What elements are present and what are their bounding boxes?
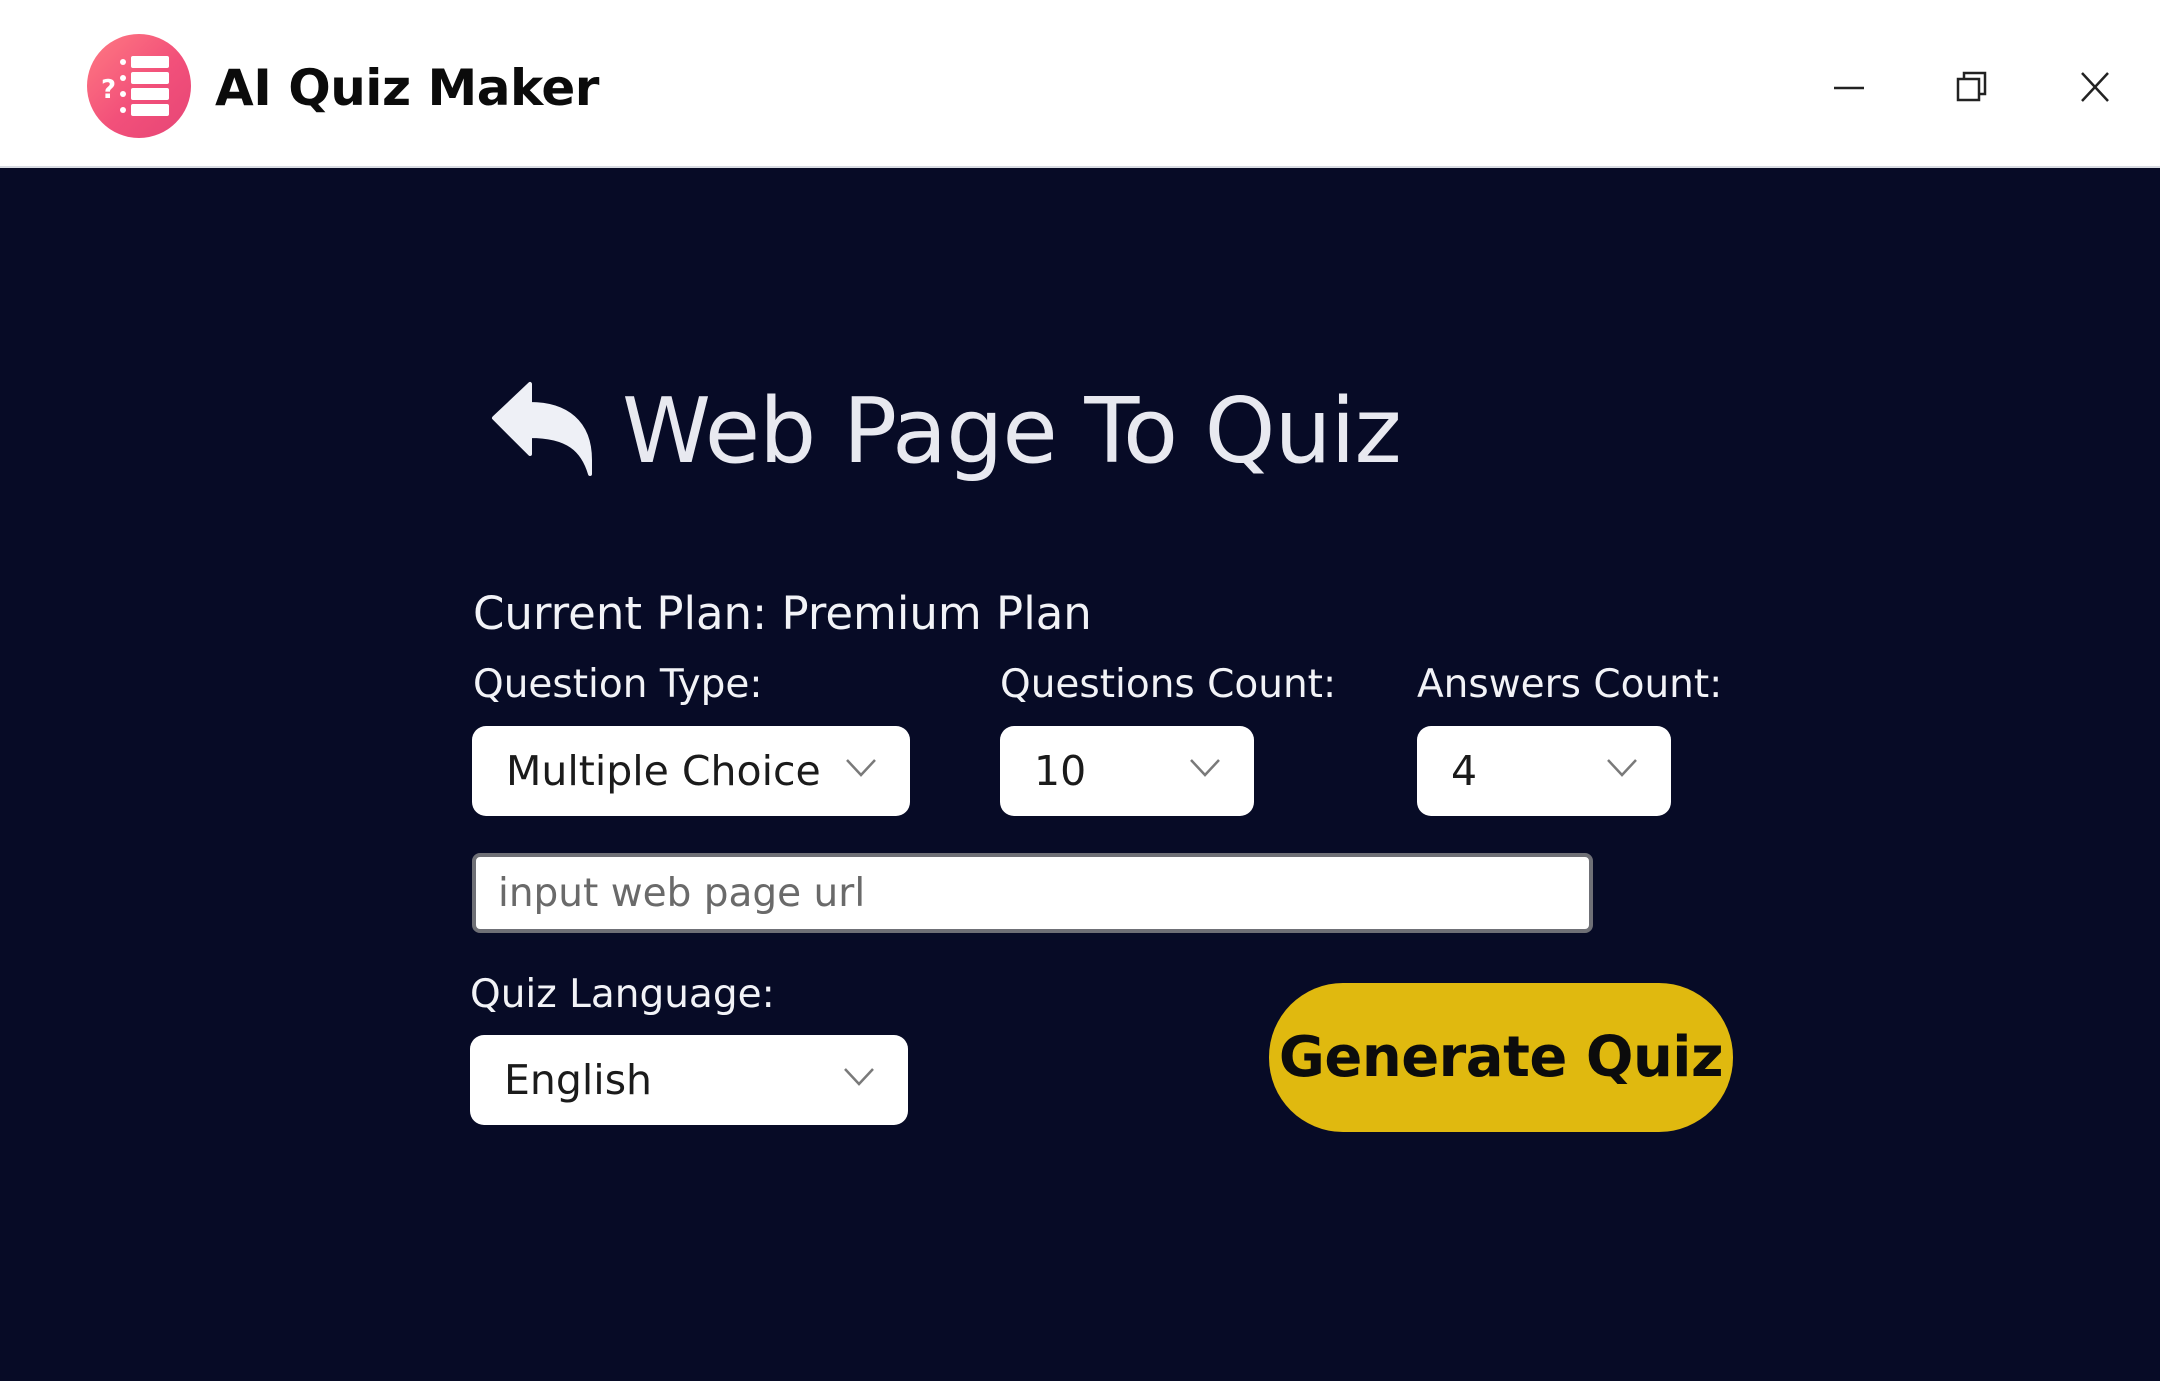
page-title: Web Page To Quiz [622, 379, 1402, 484]
chevron-down-icon [846, 759, 876, 777]
generate-quiz-button[interactable]: Generate Quiz [1269, 983, 1733, 1132]
answers-count-select[interactable]: 4 [1417, 726, 1671, 816]
minimize-icon [1834, 86, 1864, 90]
answers-count-label: Answers Count: [1417, 662, 1723, 707]
questions-count-label: Questions Count: [1000, 662, 1337, 707]
restore-icon [1956, 71, 1987, 102]
quiz-language-value: English [504, 1056, 653, 1104]
questions-count-value: 10 [1034, 747, 1087, 795]
close-button[interactable] [2060, 50, 2132, 126]
back-arrow-icon [492, 382, 592, 476]
web-page-url-input[interactable] [472, 853, 1593, 933]
question-type-select[interactable]: Multiple Choice [472, 726, 910, 816]
chevron-down-icon [1190, 759, 1220, 777]
restore-button[interactable] [1935, 50, 2007, 126]
questions-count-select[interactable]: 10 [1000, 726, 1254, 816]
chevron-down-icon [1607, 759, 1637, 777]
title-bar: ? AI Quiz Maker [0, 0, 2160, 168]
back-button[interactable] [488, 378, 598, 478]
question-type-value: Multiple Choice [506, 747, 821, 795]
close-icon [2081, 72, 2109, 102]
question-type-label: Question Type: [473, 662, 763, 707]
minimize-button[interactable] [1812, 50, 1884, 126]
chevron-down-icon [844, 1068, 874, 1086]
svg-text:?: ? [101, 75, 116, 105]
quiz-language-label: Quiz Language: [470, 972, 775, 1017]
quiz-list-icon: ? [87, 34, 191, 138]
quiz-language-select[interactable]: English [470, 1035, 908, 1125]
app-title: AI Quiz Maker [215, 59, 599, 117]
app-window: ? AI Quiz Maker Web Page To Quiz Current… [0, 0, 2160, 1381]
current-plan-text: Current Plan: Premium Plan [473, 587, 1092, 640]
answers-count-value: 4 [1451, 747, 1478, 795]
